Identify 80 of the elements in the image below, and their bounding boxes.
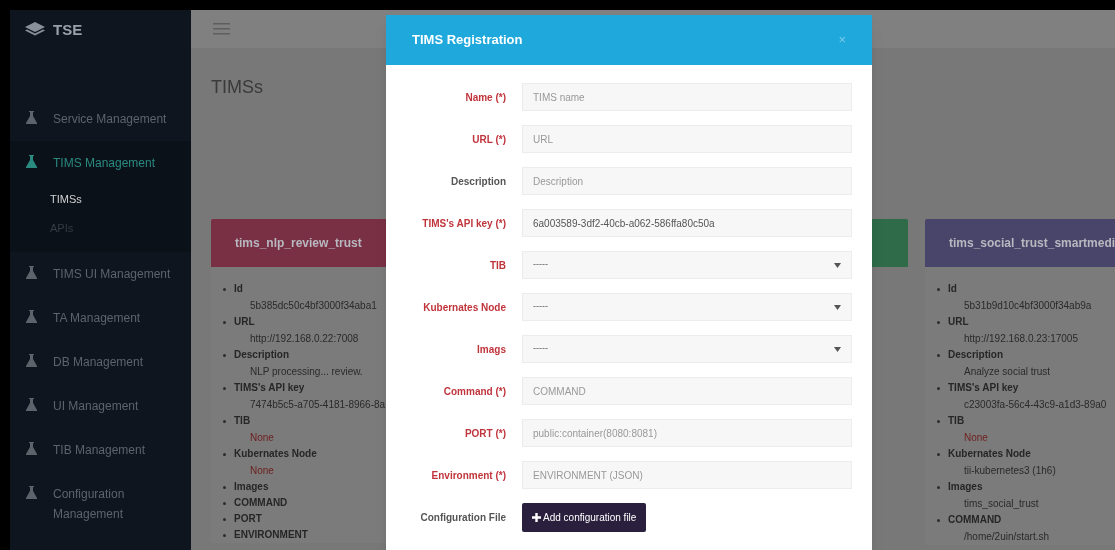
- form-label: Name (*): [464, 90, 506, 105]
- form-label: Kubernates Node: [422, 300, 506, 315]
- field-value: /home/2uin/start.sh: [964, 530, 1050, 544]
- field-label: COMMAND: [234, 496, 288, 510]
- flask-icon: [26, 155, 37, 168]
- form-label: Environment (*): [430, 468, 506, 483]
- menu-icon[interactable]: [213, 23, 230, 35]
- field-label: ENVIRONMENT: [234, 528, 308, 542]
- field-value: 5b385dc50c4bf3000f34aba1: [250, 299, 377, 313]
- field-label: URL: [234, 315, 255, 329]
- caret-icon: [834, 304, 841, 310]
- sidebar-item[interactable]: Service Management: [10, 97, 191, 141]
- field-label: TIB: [948, 414, 965, 428]
- field-value: http://192.168.0.23:17005: [964, 332, 1078, 346]
- flask-icon: [26, 310, 37, 323]
- field-label: URL: [948, 315, 969, 329]
- field-label: Description: [234, 348, 289, 362]
- sidebar-item[interactable]: TIMS UI Management: [10, 252, 191, 296]
- form-label: URL (*): [471, 132, 506, 147]
- text-field[interactable]: ENVIRONMENT (JSON): [522, 461, 852, 489]
- form-label: Imags: [476, 342, 506, 357]
- text-field[interactable]: COMMAND: [522, 377, 852, 405]
- flask-icon: [26, 442, 37, 455]
- field-value: NLP processing... review.: [250, 365, 363, 379]
- page-title: TIMSs: [211, 76, 263, 99]
- flask-icon: [26, 111, 37, 124]
- field-value: http://192.168.0.22:7008: [250, 332, 359, 346]
- text-field[interactable]: public:container(8080:8081): [522, 419, 852, 447]
- submenu-item[interactable]: TIMSs: [10, 185, 191, 214]
- flask-icon: [26, 354, 37, 367]
- text-field[interactable]: TIMS name: [522, 83, 852, 111]
- field-label: Id: [948, 282, 957, 296]
- text-field[interactable]: 6a003589-3df2-40cb-a062-586ffa80c50a: [522, 209, 852, 237]
- form-label: Command (*): [442, 384, 506, 399]
- sidebar-item[interactable]: TA Management: [10, 296, 191, 340]
- field-value: None: [250, 431, 274, 445]
- sidebar-item[interactable]: DB Management: [10, 340, 191, 384]
- field-value: tii-kubernetes3 (1h6): [964, 464, 1056, 478]
- card-header: tims_social_trust_smartmedi: [925, 219, 1115, 267]
- form-label: Configuration File: [419, 511, 506, 525]
- text-field[interactable]: URL: [522, 125, 852, 153]
- field-label: Kubernates Node: [234, 447, 317, 461]
- add-file-button[interactable]: Add configuration file: [522, 503, 647, 532]
- form-label: Description: [450, 174, 506, 189]
- field-value: c23003fa-56c4-43c9-a1d3-89a0: [964, 398, 1107, 412]
- field-value: Analyze social trust: [964, 365, 1051, 379]
- layers-icon: [25, 22, 45, 38]
- field-label: Images: [234, 480, 269, 494]
- select-field[interactable]: -----: [522, 293, 852, 321]
- field-value: None: [250, 464, 274, 478]
- field-label: TIB: [234, 414, 251, 428]
- flask-icon: [26, 486, 37, 499]
- form-label: PORT (*): [463, 426, 506, 441]
- text-field[interactable]: Description: [522, 167, 852, 195]
- select-field[interactable]: -----: [522, 335, 852, 363]
- field-label: COMMAND: [948, 513, 1002, 527]
- caret-icon: [834, 262, 841, 268]
- caret-icon: [834, 346, 841, 352]
- field-value: 7474b5c5-a705-4181-8966-8a: [250, 398, 386, 412]
- flask-icon: [26, 266, 37, 279]
- dialog-title: TIMS Registration: [412, 31, 523, 50]
- sidebar-item[interactable]: Configuration Management: [10, 472, 191, 536]
- sidebar-item[interactable]: UI Management: [10, 384, 191, 428]
- field-label: TIMS's API key: [234, 381, 305, 395]
- sidebar-item[interactable]: TIB Management: [10, 428, 191, 472]
- field-value: tims_social_trust: [964, 497, 1039, 511]
- select-field[interactable]: -----: [522, 251, 852, 279]
- field-label: Id: [234, 282, 243, 296]
- flask-icon: [26, 398, 37, 411]
- brand-name: TSE: [53, 19, 83, 40]
- sidebar-item[interactable]: TIMS Management: [10, 141, 191, 185]
- field-label: Description: [948, 348, 1003, 362]
- field-value: 5b31b9d10c4bf3000f34ab9a: [964, 299, 1092, 313]
- field-value: None: [964, 431, 988, 445]
- form-label: TIMS's API key (*): [421, 216, 506, 231]
- field-label: Kubernates Node: [948, 447, 1031, 461]
- field-label: Images: [948, 480, 983, 494]
- field-label: TIMS's API key: [948, 381, 1019, 395]
- field-label: PORT: [234, 512, 262, 526]
- plus-icon: [532, 513, 541, 522]
